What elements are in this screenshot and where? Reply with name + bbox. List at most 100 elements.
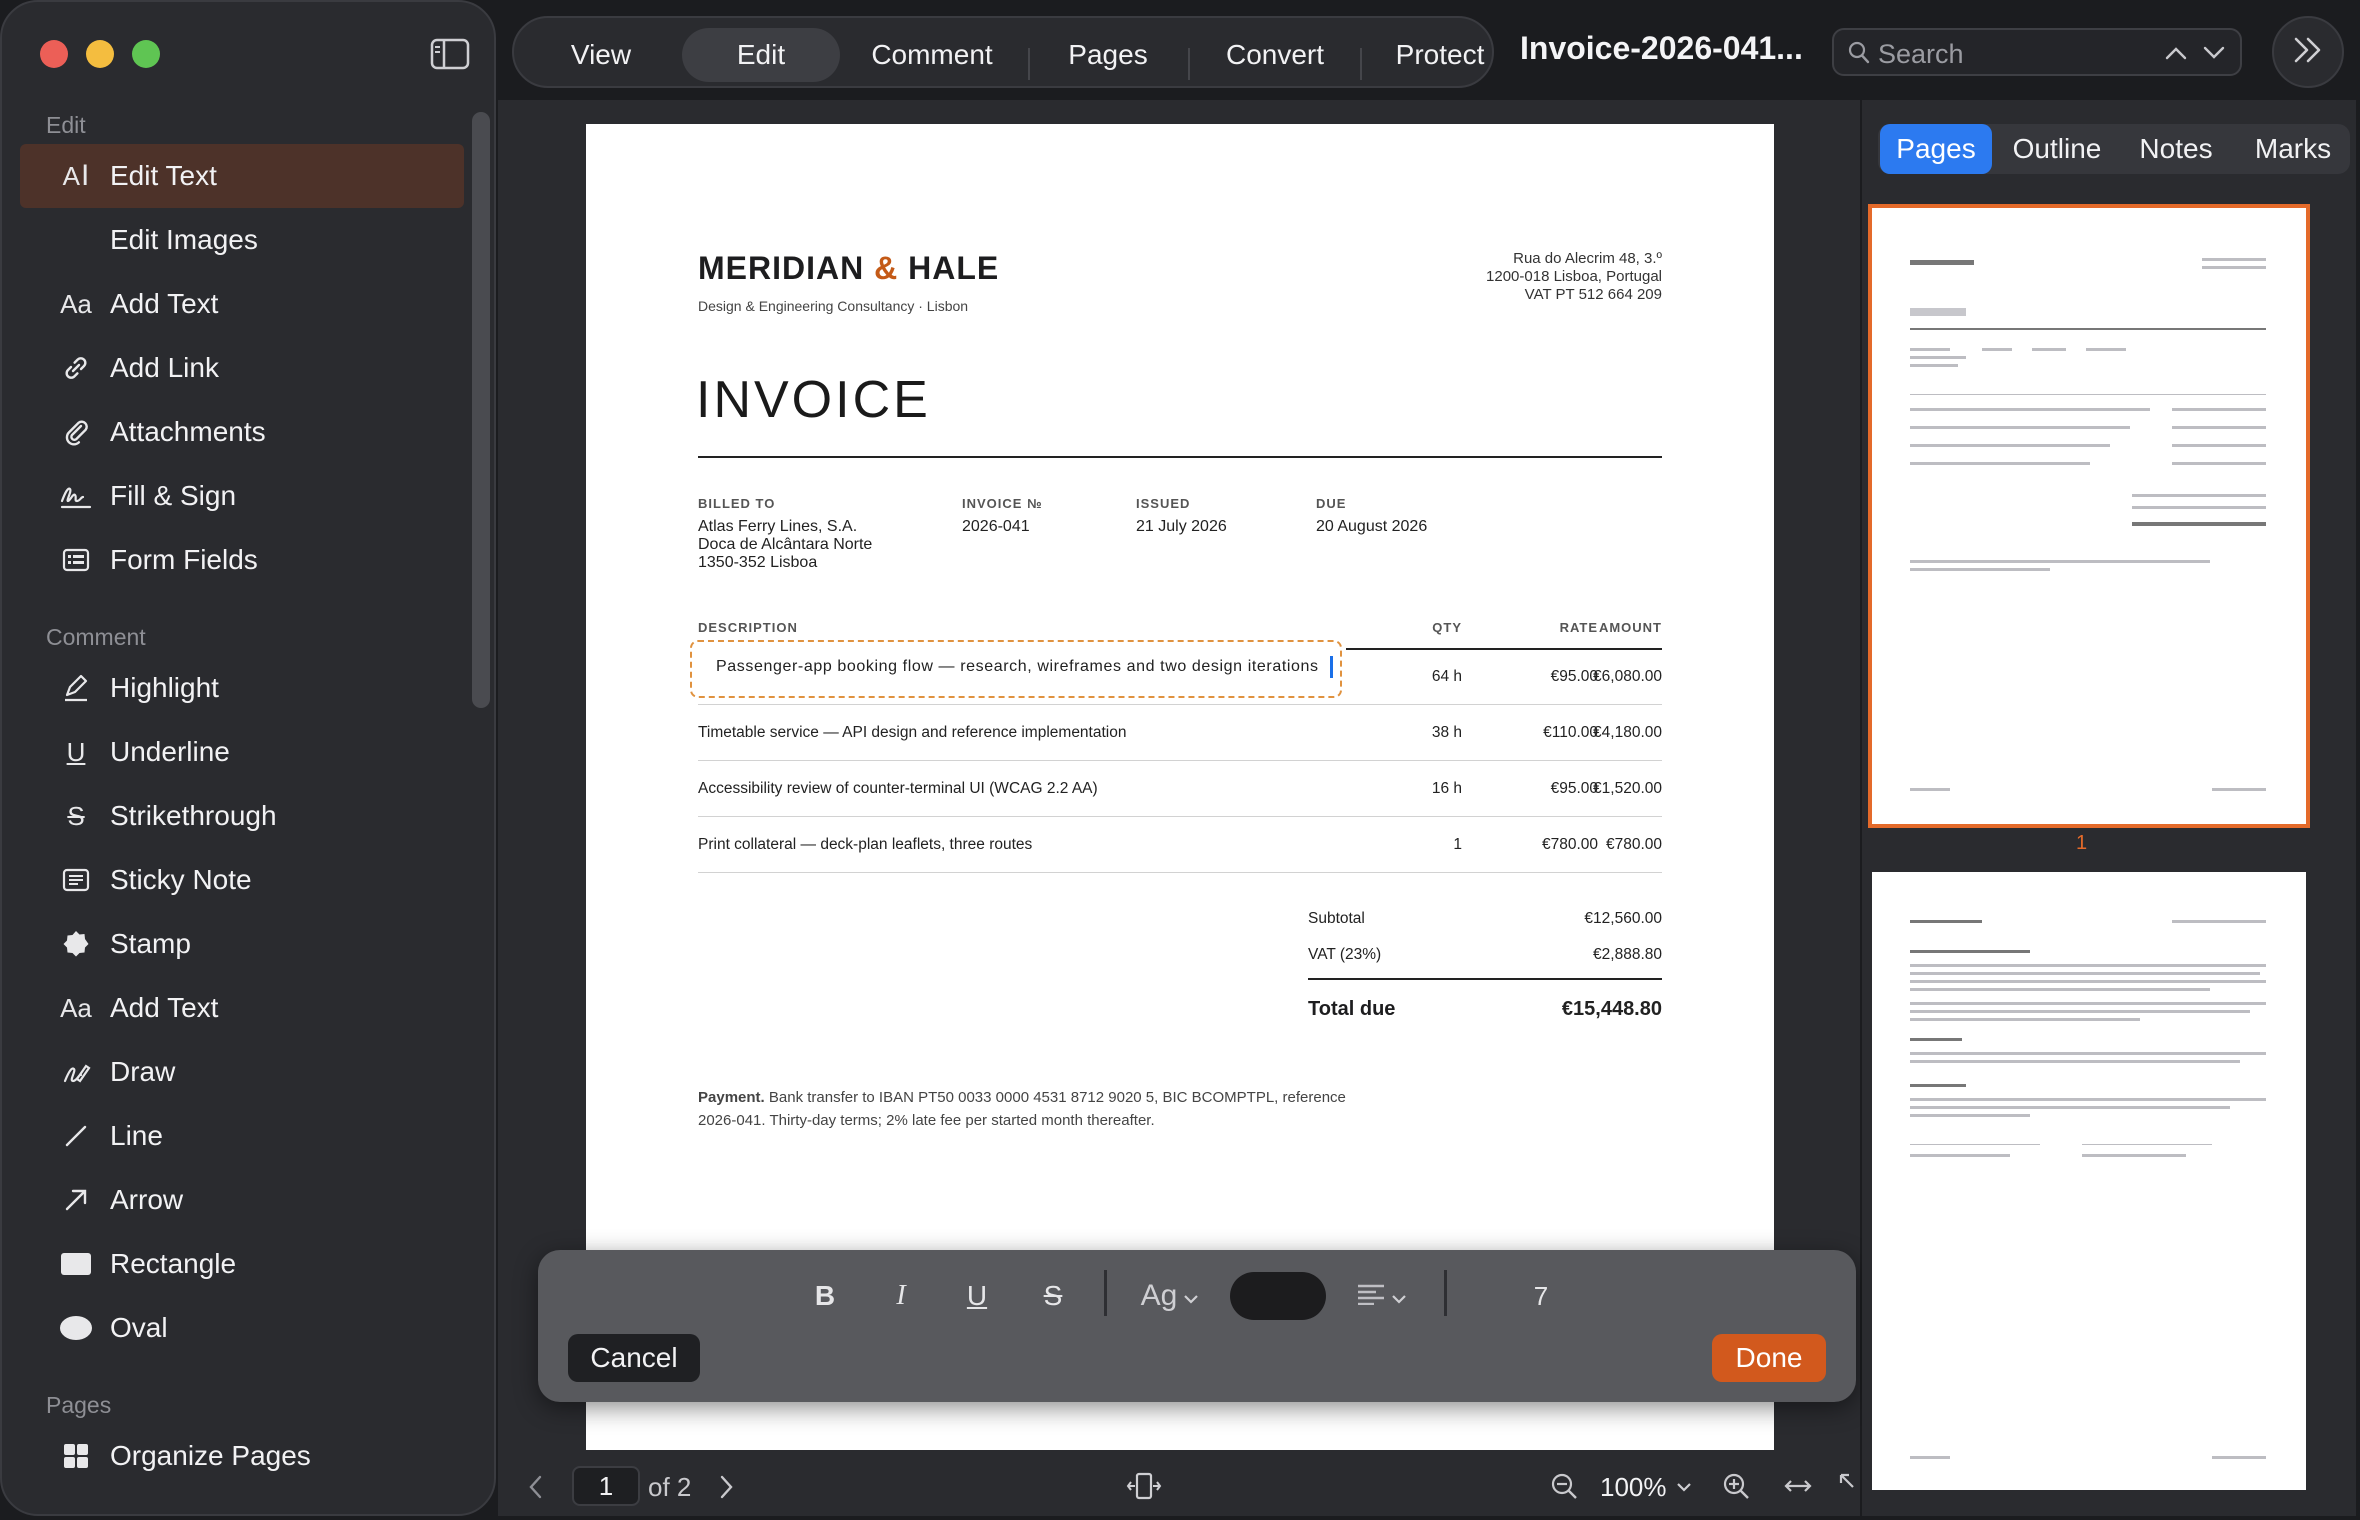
alignment-menu-button[interactable] xyxy=(1352,1268,1412,1324)
tab-edit[interactable]: Edit xyxy=(682,28,840,82)
sidebar-item-highlight[interactable]: Highlight xyxy=(20,656,464,720)
sidebar-item-underline[interactable]: U Underline xyxy=(20,720,464,784)
total-due-label: Total due xyxy=(1308,998,1396,1020)
line-qty: 38 h xyxy=(1431,724,1462,741)
brand-tagline: Design & Engineering Consultancy · Lisbo… xyxy=(698,298,969,314)
editing-line-description[interactable]: Passenger-app booking flow — research, w… xyxy=(716,658,1319,676)
cancel-button[interactable]: Cancel xyxy=(568,1334,700,1382)
rectangle-icon xyxy=(58,1246,94,1282)
billed-to-line: 1350-352 Lisboa xyxy=(698,554,818,571)
link-icon xyxy=(58,350,94,386)
next-page-icon[interactable] xyxy=(718,1474,734,1505)
sidebar-item-stamp[interactable]: Stamp xyxy=(20,912,464,976)
search-field[interactable]: Search xyxy=(1832,28,2242,76)
invoice-title: INVOICE xyxy=(696,371,931,429)
line-description: Timetable service — API design and refer… xyxy=(698,724,1127,741)
tab-comment[interactable]: Comment xyxy=(846,28,1018,82)
sidebar-item-label: Stamp xyxy=(110,928,191,959)
sidebar-item-label: Organize Pages xyxy=(110,1440,311,1471)
payment-terms: Payment. Bank transfer to IBAN PT50 0033… xyxy=(698,1086,1388,1132)
sidebar-scrollbar[interactable] xyxy=(472,112,490,708)
tab-convert[interactable]: Convert xyxy=(1198,28,1352,82)
font-size-field[interactable]: 7 xyxy=(1516,1268,1566,1324)
sidebar-item-label: Arrow xyxy=(110,1184,184,1215)
chevron-down-icon xyxy=(1391,1280,1407,1312)
sidebar-item-fill-sign[interactable]: Fill & Sign xyxy=(20,464,464,528)
sidebar-item-form-fields[interactable]: Form Fields xyxy=(20,528,464,592)
sidebar-item-label: Form Fields xyxy=(110,544,258,575)
subtotal-label: Subtotal xyxy=(1308,910,1365,927)
sidebar-item-organize-pages[interactable]: Organize Pages xyxy=(20,1424,464,1488)
section-pages-heading: Pages xyxy=(46,1392,112,1418)
header-rule xyxy=(1346,648,1662,650)
sidebar-item-add-text[interactable]: Aa Add Text xyxy=(20,272,464,336)
underline-button[interactable]: U xyxy=(952,1268,1002,1324)
next-result-icon[interactable] xyxy=(2202,44,2226,67)
tab-outline[interactable]: Outline xyxy=(2000,124,2114,174)
sidebar-item-edit-images[interactable]: Edit Images xyxy=(20,208,464,272)
sidebar-item-strikethrough[interactable]: S Strikethrough xyxy=(20,784,464,848)
line-icon xyxy=(58,1118,94,1154)
arrow-icon xyxy=(58,1182,94,1218)
sidebar-item-add-text-comment[interactable]: Aa Add Text xyxy=(20,976,464,1040)
draw-icon xyxy=(58,1054,94,1090)
page-number-input[interactable]: 1 xyxy=(572,1466,640,1506)
close-window-button[interactable] xyxy=(40,40,68,68)
brand-ampersand: & xyxy=(874,250,899,286)
tab-marks[interactable]: Marks xyxy=(2238,124,2348,174)
sidebar-item-oval[interactable]: Oval xyxy=(20,1296,464,1360)
double-chevron-right-icon xyxy=(2291,35,2325,70)
page-count: of 2 xyxy=(648,1472,692,1502)
column-amount: AMOUNT xyxy=(1598,620,1662,635)
sidebar-item-edit-text[interactable]: AI Edit Text xyxy=(20,144,464,208)
zoom-in-icon[interactable] xyxy=(1722,1472,1750,1505)
bold-button[interactable]: B xyxy=(800,1268,850,1324)
invoice-number-label: INVOICE № xyxy=(962,496,1043,511)
page-thumbnail-2[interactable] xyxy=(1872,872,2306,1490)
billed-to-label: BILLED TO xyxy=(698,496,776,511)
toolbar-divider xyxy=(1028,48,1030,80)
zoom-window-button[interactable] xyxy=(132,40,160,68)
chevron-down-icon xyxy=(1183,1280,1199,1312)
sidebar-item-attachments[interactable]: Attachments xyxy=(20,400,464,464)
payment-text: Bank transfer to IBAN PT50 0033 0000 453… xyxy=(698,1089,1346,1129)
form-icon xyxy=(58,542,94,578)
sidebar-item-label: Strikethrough xyxy=(110,800,277,831)
sidebar-item-arrow[interactable]: Arrow xyxy=(20,1168,464,1232)
tab-notes[interactable]: Notes xyxy=(2118,124,2234,174)
fit-width-icon[interactable] xyxy=(1784,1476,1812,1501)
tab-view[interactable]: View xyxy=(536,28,666,82)
tab-pages[interactable]: Pages xyxy=(1038,28,1178,82)
sidebar-item-line[interactable]: Line xyxy=(20,1104,464,1168)
sidebar: Edit AI Edit Text Edit Images Aa Add Tex… xyxy=(0,0,496,1516)
sidebar-item-label: Add Link xyxy=(110,352,219,383)
font-menu-button[interactable]: Ag xyxy=(1132,1268,1208,1324)
billed-to-line: Doca de Alcântara Norte xyxy=(698,536,873,553)
minimize-window-button[interactable] xyxy=(86,40,114,68)
text-color-swatch[interactable] xyxy=(1230,1272,1326,1320)
sidebar-toggle-icon[interactable] xyxy=(430,38,470,70)
add-text-icon: Aa xyxy=(60,992,92,1023)
fullscreen-icon[interactable] xyxy=(1838,1472,1858,1503)
italic-button[interactable]: I xyxy=(876,1268,926,1324)
zoom-level-dropdown[interactable]: 100% xyxy=(1600,1472,1667,1503)
sidebar-item-add-link[interactable]: Add Link xyxy=(20,336,464,400)
tab-pages-panel[interactable]: Pages xyxy=(1880,124,1992,174)
zoom-out-icon[interactable] xyxy=(1550,1472,1578,1505)
strikethrough-button[interactable]: S xyxy=(1028,1268,1078,1324)
due-date: 20 August 2026 xyxy=(1316,518,1428,535)
line-qty: 16 h xyxy=(1431,780,1462,797)
address-line: VAT PT 512 664 209 xyxy=(1524,286,1662,303)
sidebar-item-draw[interactable]: Draw xyxy=(20,1040,464,1104)
previous-result-icon[interactable] xyxy=(2164,44,2188,67)
address-line: 1200-018 Lisboa, Portugal xyxy=(1486,268,1662,285)
done-button[interactable]: Done xyxy=(1712,1334,1826,1382)
expand-toolbar-button[interactable] xyxy=(2272,16,2344,88)
page-thumbnail-1[interactable] xyxy=(1868,204,2310,828)
sidebar-item-sticky-note[interactable]: Sticky Note xyxy=(20,848,464,912)
tab-protect[interactable]: Protect xyxy=(1370,28,1510,82)
chevron-down-icon[interactable] xyxy=(1676,1480,1692,1498)
sidebar-item-rectangle[interactable]: Rectangle xyxy=(20,1232,464,1296)
fit-page-icon[interactable] xyxy=(1126,1470,1162,1507)
previous-page-icon[interactable] xyxy=(528,1474,544,1505)
